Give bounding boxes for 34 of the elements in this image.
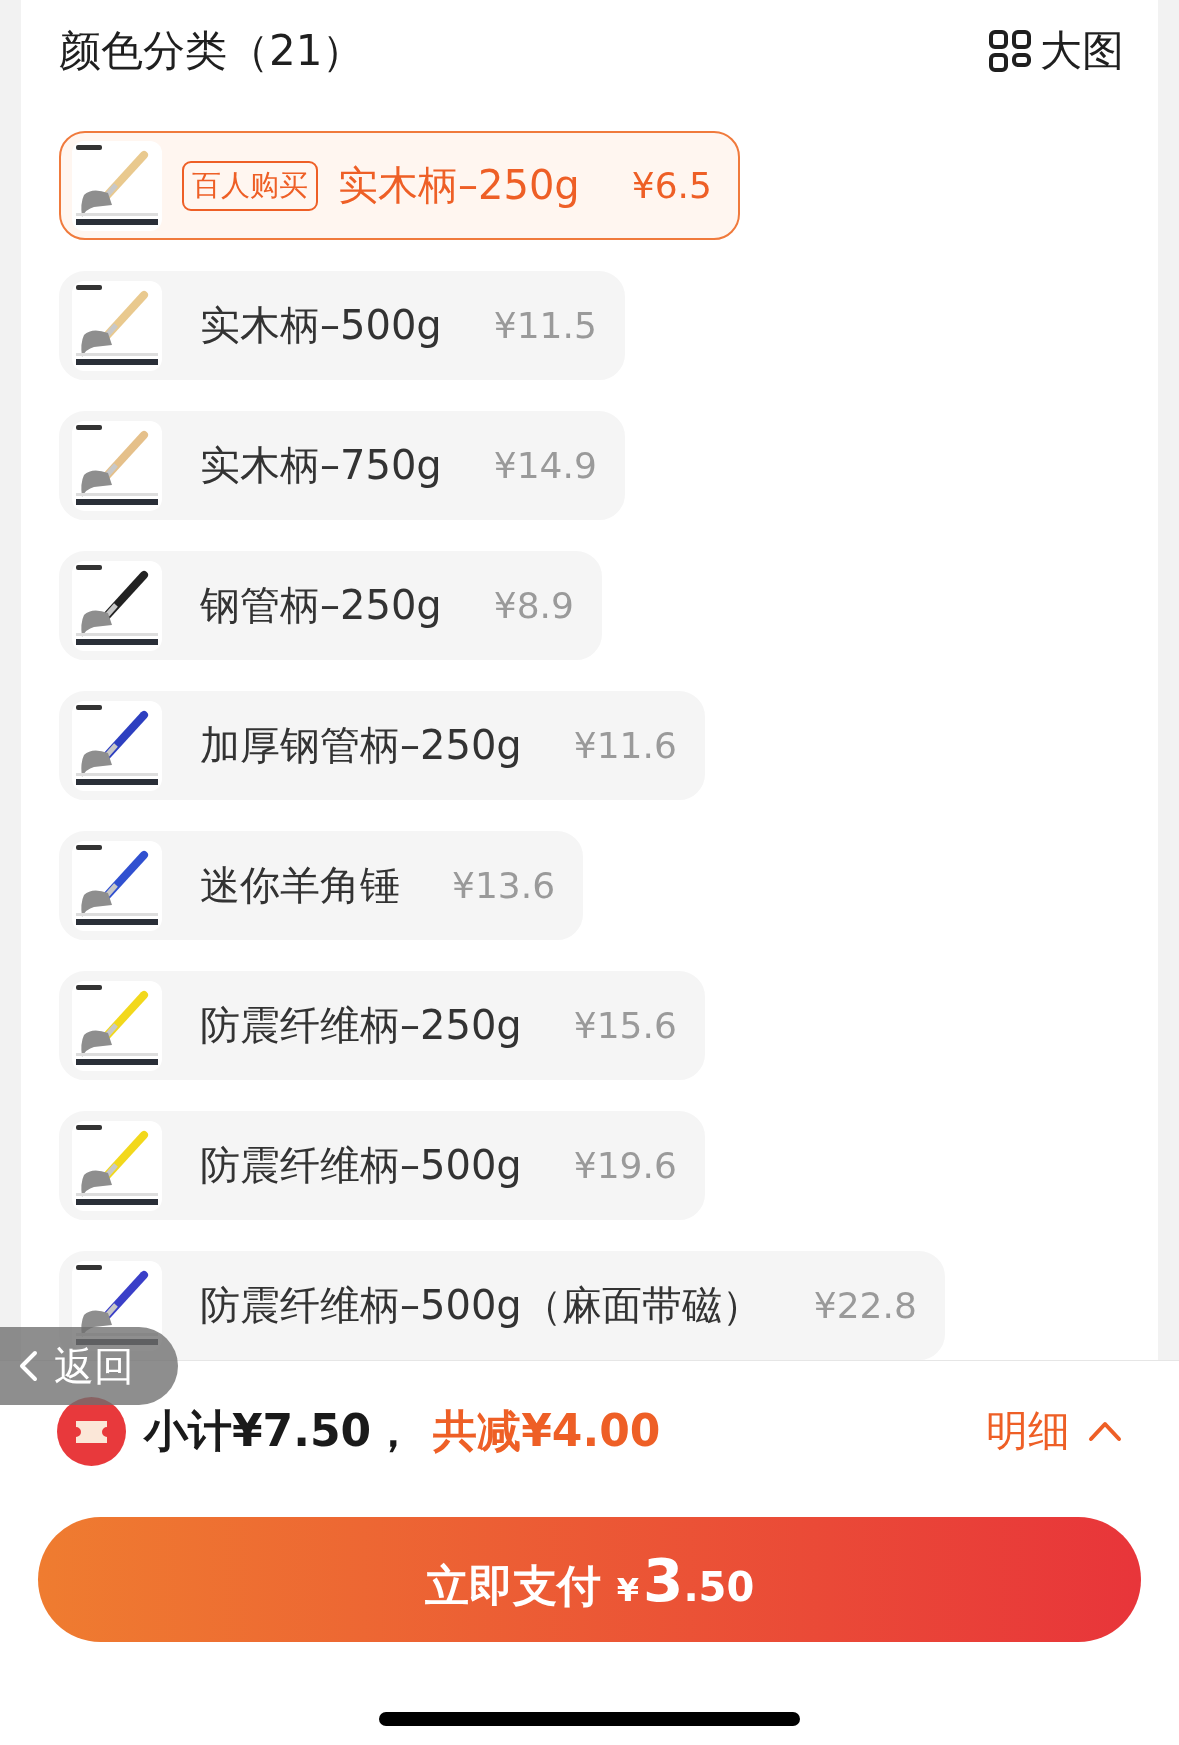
variant-name: 实木柄–750g — [200, 441, 442, 490]
variant-price: ¥8.9 — [493, 585, 574, 626]
variant-price: ¥15.6 — [573, 1005, 677, 1046]
variant-option[interactable]: 钢管柄–250g ¥8.9 — [59, 551, 602, 660]
variant-option[interactable]: 实木柄–500g ¥11.5 — [59, 271, 625, 380]
popularity-badge: 百人购买 — [182, 160, 318, 211]
variant-price: ¥11.5 — [493, 305, 597, 346]
variant-name: 加厚钢管柄–250g — [200, 721, 522, 770]
variant-price: ¥11.6 — [573, 725, 677, 766]
pay-now-button[interactable]: 立即支付 ¥3.50 — [38, 1517, 1141, 1642]
variant-name: 防震纤维柄–250g — [200, 1001, 522, 1050]
variant-name: 实木柄–250g — [338, 161, 580, 210]
variant-option[interactable]: 加厚钢管柄–250g ¥11.6 — [59, 691, 705, 800]
large-view-toggle[interactable]: 大图 — [988, 22, 1124, 79]
discount-text: 共减¥4.00 — [433, 1403, 661, 1458]
variant-name: 防震纤维柄–500g — [200, 1141, 522, 1190]
variant-price: ¥19.6 — [573, 1145, 677, 1186]
variant-option[interactable]: 实木柄–750g ¥14.9 — [59, 411, 625, 520]
variant-name: 实木柄–500g — [200, 301, 442, 350]
chevron-up-icon — [1088, 1420, 1122, 1442]
variant-name: 钢管柄–250g — [200, 581, 442, 630]
variant-name: 防震纤维柄–500g（麻面带磁） — [200, 1281, 762, 1330]
grid-icon — [988, 28, 1032, 73]
subtotal-text: 小计¥7.50， — [144, 1403, 416, 1458]
variant-option[interactable]: 防震纤维柄–500g ¥19.6 — [59, 1111, 705, 1220]
variant-name: 迷你羊角锤 — [200, 861, 400, 910]
variant-price: ¥6.5 — [631, 165, 712, 206]
variant-option[interactable]: 迷你羊角锤 ¥13.6 — [59, 831, 584, 940]
variant-price: ¥22.8 — [813, 1285, 917, 1326]
variant-option[interactable]: 防震纤维柄–250g ¥15.6 — [59, 971, 705, 1080]
section-title: 颜色分类（21） — [59, 24, 365, 77]
variant-price: ¥14.9 — [493, 445, 597, 486]
variant-price: ¥13.6 — [452, 865, 556, 906]
chevron-left-icon — [18, 1350, 38, 1382]
